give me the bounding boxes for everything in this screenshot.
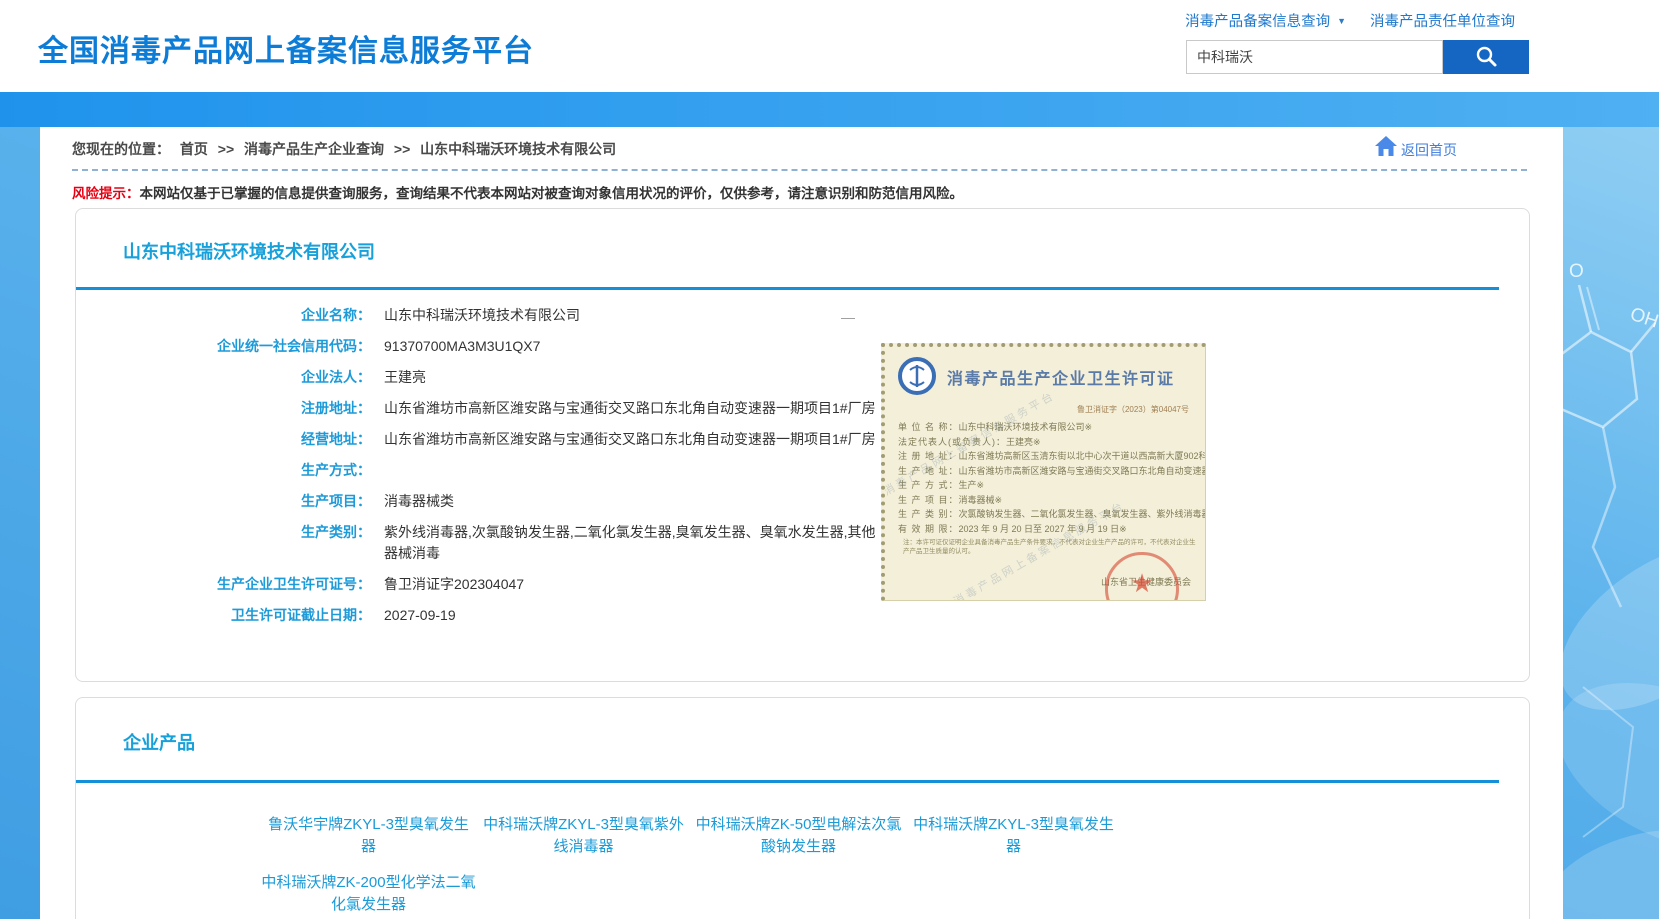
- breadcrumb-prefix: 您现在的位置：: [72, 141, 170, 157]
- page-title: 全国消毒产品网上备案信息服务平台: [38, 26, 534, 70]
- field-row-license-number: 生产企业卫生许可证号： 鲁卫消证字202304047: [76, 574, 936, 595]
- field-value: 山东省潍坊市高新区潍安路与宝通街交叉路口东北角自动变速器一期项目1#厂房: [384, 429, 876, 450]
- field-label: 企业名称：: [76, 305, 371, 326]
- products-card-title: 企业产品: [123, 729, 195, 755]
- dash-placeholder: —: [841, 309, 855, 325]
- field-row-credit-code: 企业统一社会信用代码： 91370700MA3M3U1QX7: [76, 336, 936, 357]
- certificate-header: 消毒产品生产企业卫生许可证: [897, 356, 1197, 401]
- company-fields: 企业名称： 山东中科瑞沃环境技术有限公司 企业统一社会信用代码： 9137070…: [76, 305, 936, 636]
- search-input[interactable]: [1186, 40, 1443, 74]
- breadcrumb-item-current-company: 山东中科瑞沃环境技术有限公司: [420, 141, 616, 157]
- field-label: 生产项目：: [76, 491, 371, 512]
- field-value: 2027-09-19: [384, 605, 456, 626]
- dashed-divider: [72, 169, 1527, 171]
- product-link[interactable]: 中科瑞沃牌ZKYL-3型臭氧紫外线消毒器: [476, 814, 691, 858]
- certificate-line: 生 产 方 式：生产※: [898, 478, 1205, 493]
- svg-text:O: O: [1569, 261, 1584, 282]
- back-home-link[interactable]: 返回首页: [1374, 135, 1457, 160]
- field-label: 生产企业卫生许可证号：: [76, 574, 371, 595]
- field-label: 生产方式：: [76, 460, 371, 481]
- top-blue-band: [0, 92, 1659, 127]
- certificate-fields: 单 位 名 称：山东中科瑞沃环境技术有限公司※ 法定代表人(或负责人)：王建亮※…: [898, 420, 1205, 536]
- certificate-line: 生 产 地 址：山东省潍坊市高新区潍安路与宝通街交叉路口东北角自动变速器一期项目…: [898, 464, 1205, 479]
- field-row-company-name: 企业名称： 山东中科瑞沃环境技术有限公司: [76, 305, 936, 326]
- field-value: 山东中科瑞沃环境技术有限公司: [384, 305, 580, 326]
- company-info-card: 山东中科瑞沃环境技术有限公司 企业名称： 山东中科瑞沃环境技术有限公司 企业统一…: [75, 208, 1530, 682]
- breadcrumb-item-enterprise-query[interactable]: 消毒产品生产企业查询: [244, 141, 384, 157]
- certificate-line: 单 位 名 称：山东中科瑞沃环境技术有限公司※: [898, 420, 1205, 435]
- search-button[interactable]: [1443, 40, 1529, 74]
- field-value: 消毒器械类: [384, 491, 454, 512]
- risk-notice: 风险提示：本网站仅基于已掌握的信息提供查询服务，查询结果不代表本网站对被查询对象…: [72, 182, 963, 202]
- field-label: 经营地址：: [76, 429, 371, 450]
- caret-down-icon: ▼: [1337, 16, 1346, 26]
- product-link[interactable]: 中科瑞沃牌ZKYL-3型臭氧发生器: [906, 814, 1121, 858]
- breadcrumb-item-home[interactable]: 首页: [180, 141, 208, 157]
- search-bar: [1049, 40, 1529, 74]
- field-label: 企业统一社会信用代码：: [76, 336, 371, 357]
- field-value: 鲁卫消证字202304047: [384, 574, 524, 595]
- field-row-registered-address: 注册地址： 山东省潍坊市高新区潍安路与宝通街交叉路口东北角自动变速器一期项目1#…: [76, 398, 936, 419]
- certificate-line: 注 册 地 址：山东省潍坊高新区玉清东街以北中心次干道以西高新大厦902科研楼: [898, 449, 1205, 464]
- field-value: 山东省潍坊市高新区潍安路与宝通街交叉路口东北角自动变速器一期项目1#厂房: [384, 398, 876, 419]
- nav-item-label: 消毒产品责任单位查询: [1370, 10, 1515, 31]
- content-panel: 您现在的位置： 首页 >> 消毒产品生产企业查询 >> 山东中科瑞沃环境技术有限…: [40, 127, 1563, 919]
- chemistry-background-art: O OH: [1563, 127, 1659, 919]
- risk-notice-text: 本网站仅基于已掌握的信息提供查询服务，查询结果不代表本网站对被查询对象信用状况的…: [140, 186, 964, 201]
- field-label: 注册地址：: [76, 398, 371, 419]
- health-emblem-icon: [897, 356, 937, 401]
- product-link[interactable]: 中科瑞沃牌ZK-200型化学法二氧化氯发生器: [261, 872, 476, 916]
- nav-item-responsible-unit-query[interactable]: 消毒产品责任单位查询: [1370, 10, 1515, 31]
- field-label: 企业法人：: [76, 367, 371, 388]
- breadcrumb-separator: >>: [394, 141, 410, 157]
- header-nav: 消毒产品备案信息查询 ▼ 消毒产品责任单位查询: [1049, 10, 1515, 31]
- svg-text:OH: OH: [1627, 304, 1659, 333]
- product-link[interactable]: 鲁沃华宇牌ZKYL-3型臭氧发生器: [261, 814, 476, 858]
- company-card-title: 山东中科瑞沃环境技术有限公司: [123, 238, 375, 264]
- product-list: 鲁沃华宇牌ZKYL-3型臭氧发生器 中科瑞沃牌ZKYL-3型臭氧紫外线消毒器 中…: [261, 814, 1141, 919]
- certificate-number: 鲁卫消证字（2023）第04047号: [885, 404, 1189, 415]
- field-row-production-project: 生产项目： 消毒器械类: [76, 491, 936, 512]
- certificate-title: 消毒产品生产企业卫生许可证: [947, 365, 1175, 389]
- nav-item-record-info-query[interactable]: 消毒产品备案信息查询 ▼: [1185, 10, 1346, 31]
- breadcrumb-separator: >>: [218, 141, 234, 157]
- field-row-license-expiry: 卫生许可证截止日期： 2027-09-19: [76, 605, 936, 626]
- breadcrumb: 您现在的位置： 首页 >> 消毒产品生产企业查询 >> 山东中科瑞沃环境技术有限…: [72, 139, 622, 159]
- field-label: 卫生许可证截止日期：: [76, 605, 371, 626]
- field-row-legal-person: 企业法人： 王建亮: [76, 367, 936, 388]
- certificate-line: 法定代表人(或负责人)：王建亮※: [898, 435, 1205, 450]
- red-seal-star-icon: ★: [1105, 552, 1179, 601]
- field-label: 生产类别：: [76, 522, 371, 543]
- magnifier-icon: [1474, 44, 1498, 71]
- nav-item-label: 消毒产品备案信息查询: [1185, 10, 1330, 31]
- field-value: 紫外线消毒器,次氯酸钠发生器,二氧化氯发生器,臭氧发生器、臭氧水发生器,其他器械…: [384, 522, 884, 564]
- certificate-line: 有 效 期 限：2023 年 9 月 20 日至 2027 年 9 月 19 日…: [898, 522, 1205, 537]
- home-icon: [1374, 135, 1401, 160]
- product-link[interactable]: 中科瑞沃牌ZK-50型电解法次氯酸钠发生器: [691, 814, 906, 858]
- certificate-line: 生 产 项 目：消毒器械※: [898, 493, 1205, 508]
- field-value: 王建亮: [384, 367, 426, 388]
- field-row-business-address: 经营地址： 山东省潍坊市高新区潍安路与宝通街交叉路口东北角自动变速器一期项目1#…: [76, 429, 936, 450]
- field-value: 91370700MA3M3U1QX7: [384, 336, 540, 357]
- title-underline: [76, 780, 1499, 783]
- certificate-line: 生 产 类 别：次氯酸钠发生器、二氧化氯发生器、臭氧发生器、紫外线消毒器: [898, 507, 1205, 522]
- enterprise-products-card: 企业产品 鲁沃华宇牌ZKYL-3型臭氧发生器 中科瑞沃牌ZKYL-3型臭氧紫外线…: [75, 697, 1530, 919]
- risk-notice-label: 风险提示：: [72, 186, 140, 201]
- header-right: 消毒产品备案信息查询 ▼ 消毒产品责任单位查询: [1049, 10, 1529, 74]
- site-header: 全国消毒产品网上备案信息服务平台 消毒产品备案信息查询 ▼ 消毒产品责任单位查询: [0, 0, 1659, 92]
- title-underline: [76, 287, 1499, 290]
- back-home-label: 返回首页: [1401, 140, 1457, 160]
- hygiene-license-certificate-image: 全国消毒产品网上备案信息服务平台 全国消毒产品网上备案信息服务平台 消毒产品生产…: [881, 343, 1206, 601]
- field-row-production-method: 生产方式：: [76, 460, 936, 481]
- field-row-production-category: 生产类别： 紫外线消毒器,次氯酸钠发生器,二氧化氯发生器,臭氧发生器、臭氧水发生…: [76, 522, 936, 564]
